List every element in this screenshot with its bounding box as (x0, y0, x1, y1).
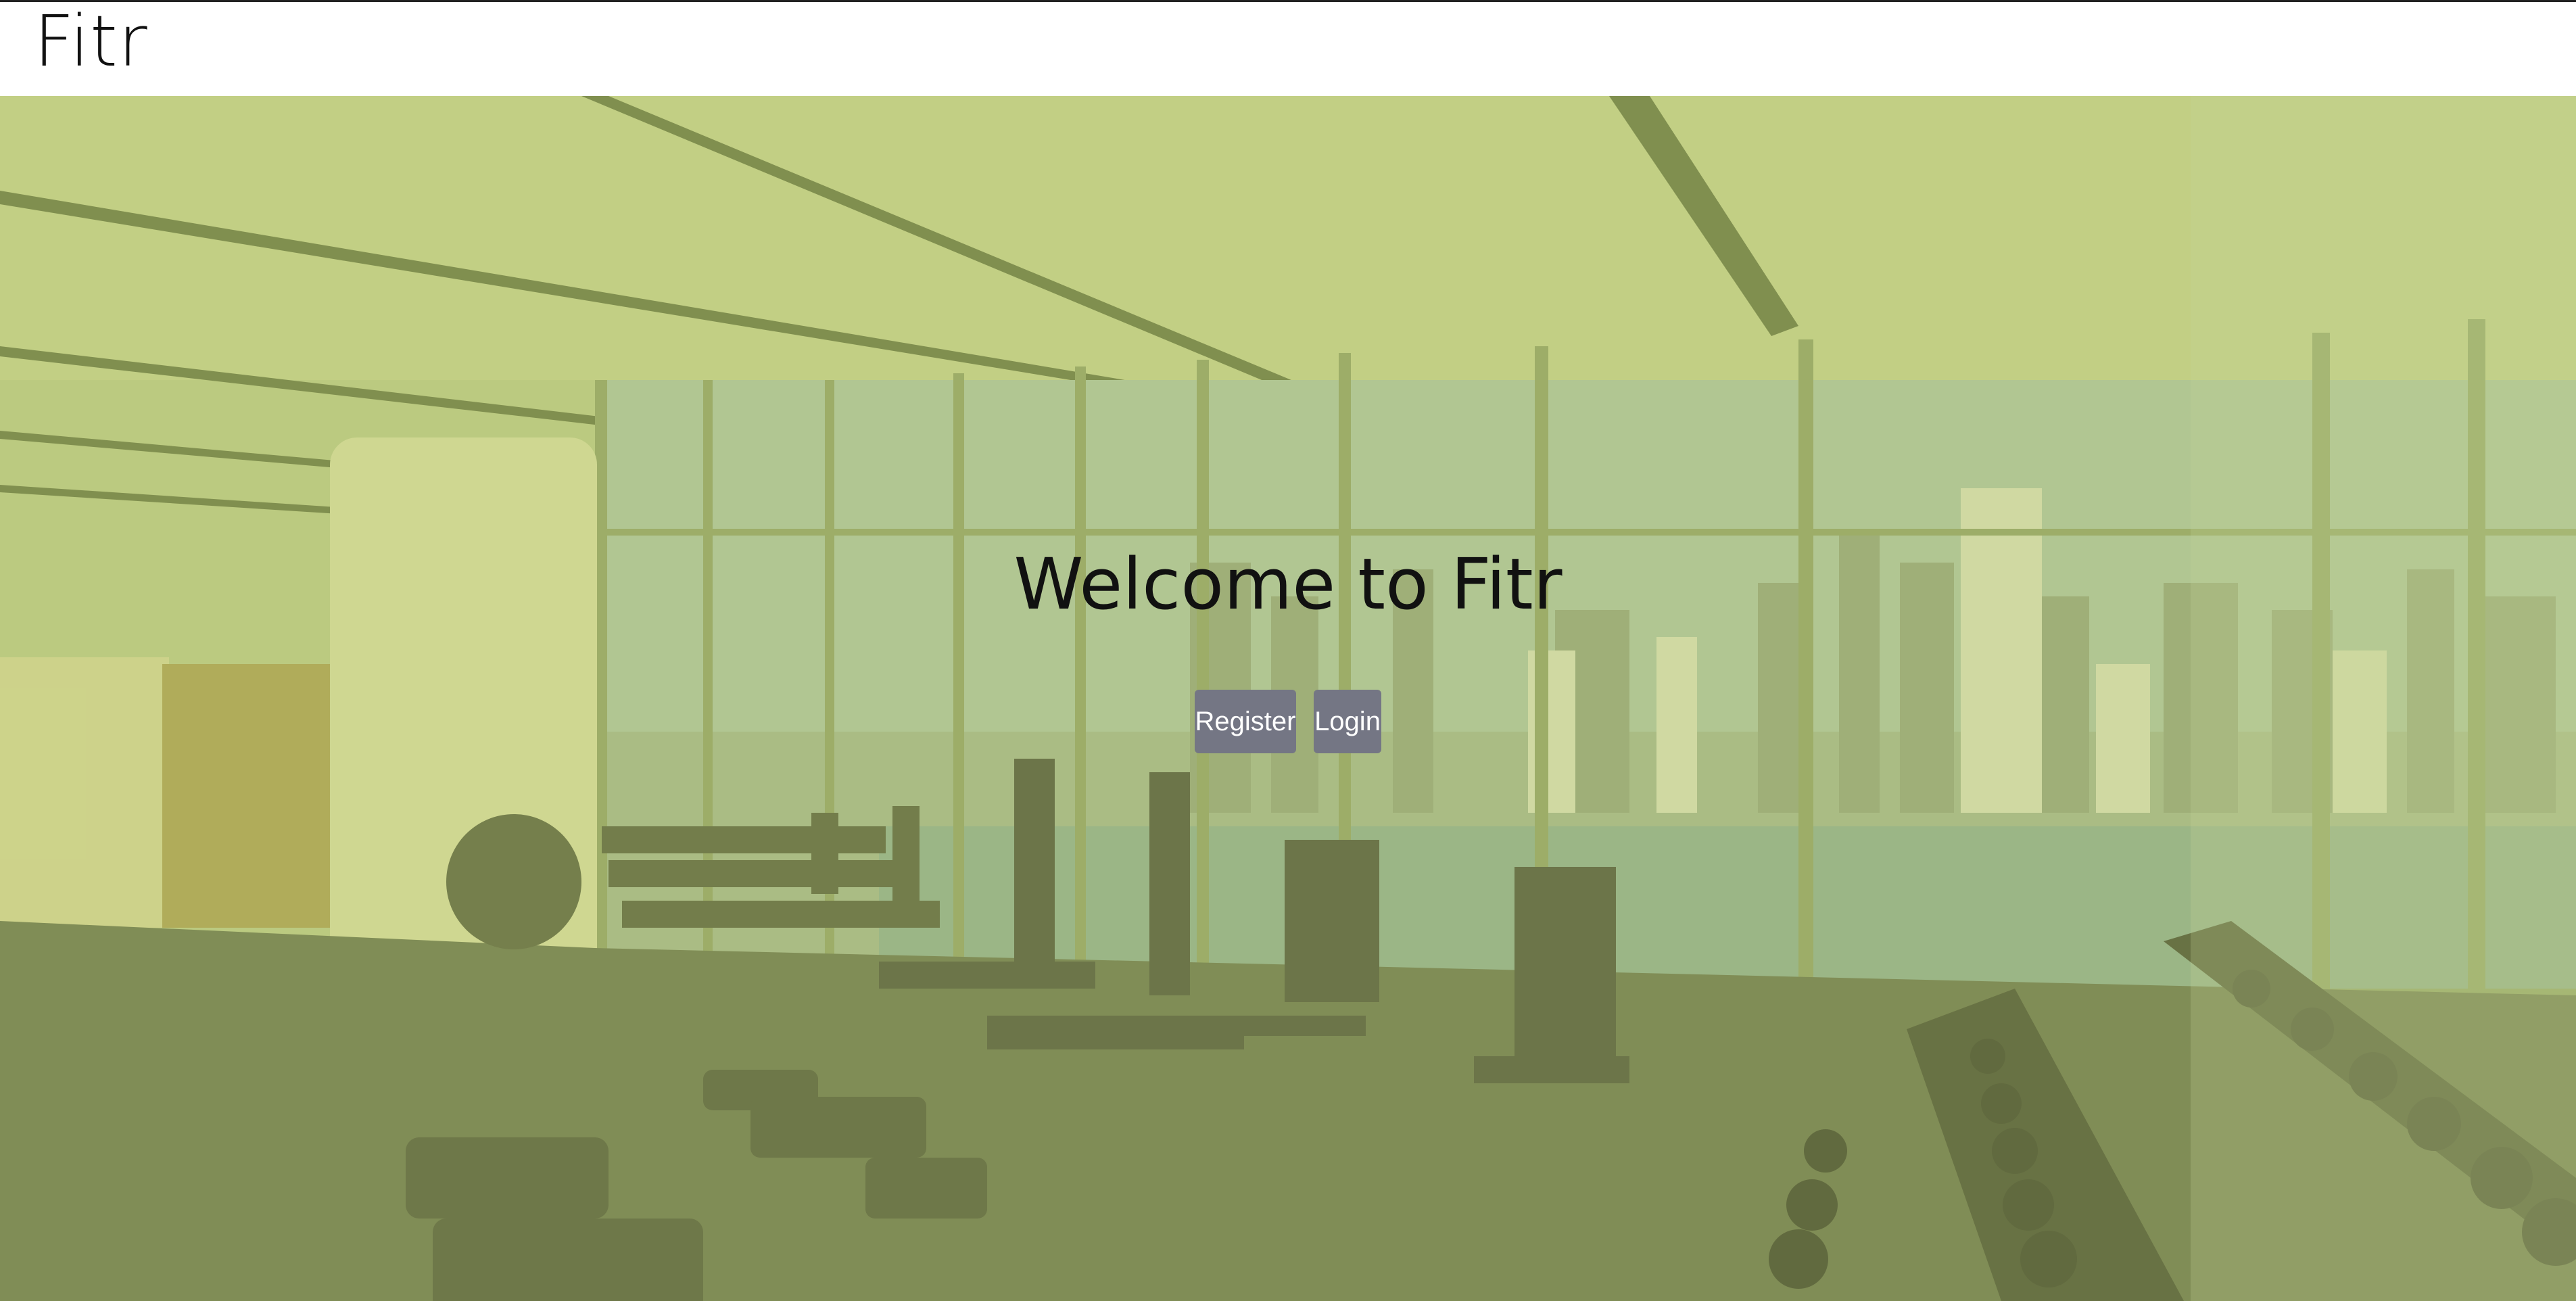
welcome-heading: Welcome to Fitr (1013, 543, 1563, 625)
brand-logo[interactable]: Fitr (34, 6, 148, 76)
register-button[interactable]: Register (1195, 690, 1296, 753)
site-header: Fitr (0, 2, 2576, 96)
login-button[interactable]: Login (1314, 690, 1381, 753)
auth-button-group: Register Login (0, 690, 2576, 753)
